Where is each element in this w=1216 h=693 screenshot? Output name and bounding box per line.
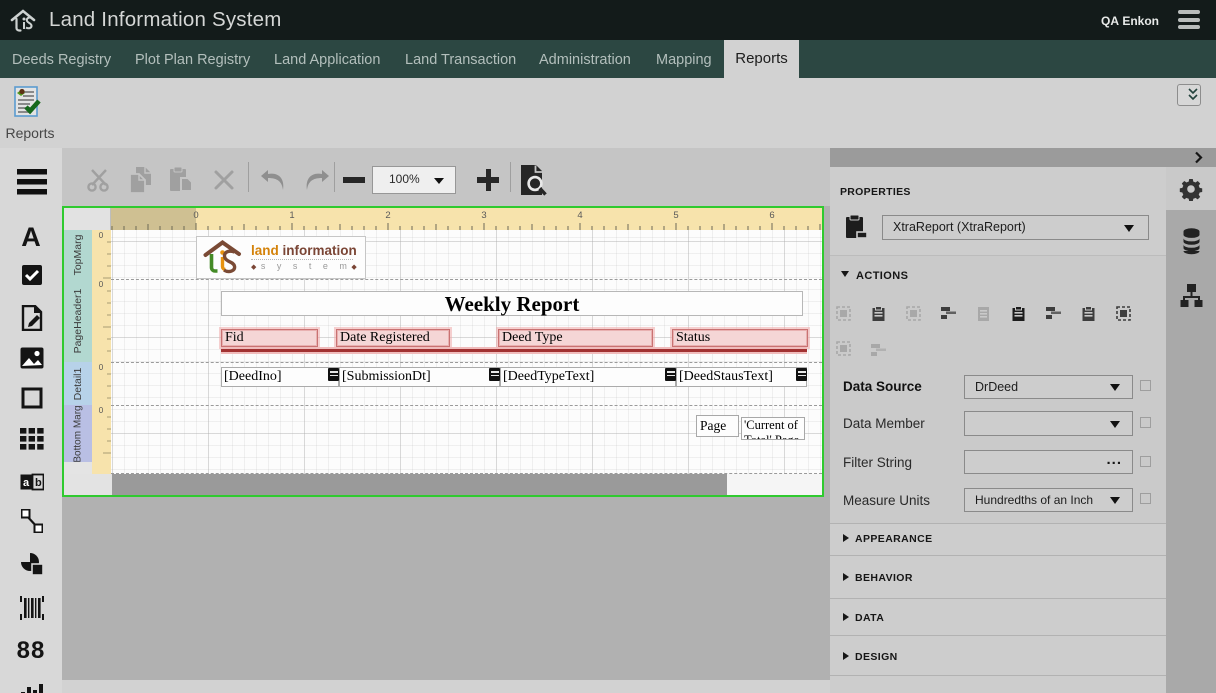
svg-text:a: a [23, 477, 30, 489]
svg-text:b: b [35, 477, 42, 489]
svg-text:0: 0 [99, 231, 104, 240]
svg-text:0: 0 [99, 406, 104, 415]
svg-text:0: 0 [99, 363, 104, 372]
svg-text:0: 0 [99, 280, 104, 289]
